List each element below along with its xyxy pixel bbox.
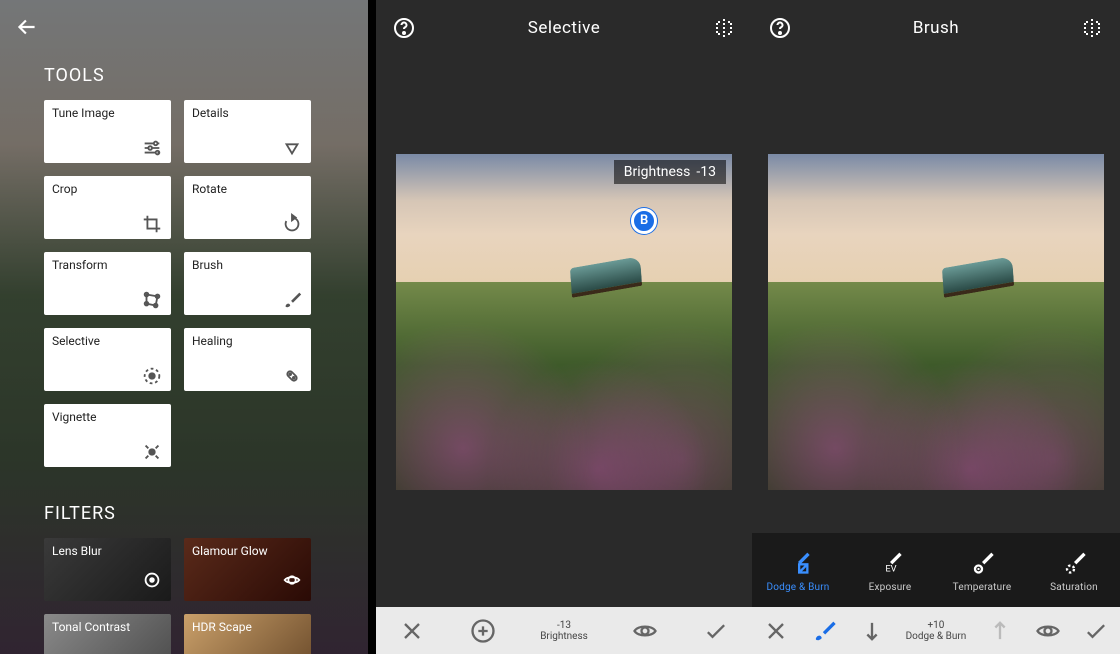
filter-lens-blur[interactable]: Lens Blur [44,538,171,601]
filter-label: HDR Scape [192,620,303,634]
healing-icon [281,365,303,387]
tool-vignette[interactable]: Vignette [44,404,171,467]
tool-label: Tune Image [52,106,163,120]
brush-option-exposure[interactable]: EV Exposure [844,533,936,607]
brush-option-dodge-burn[interactable]: Dodge & Burn [752,533,844,607]
tool-selective[interactable]: Selective [44,328,171,391]
photo-field [768,282,1104,490]
action-bar: -13 Brightness [376,607,752,654]
tool-label: Crop [52,182,163,196]
rotate-icon [281,213,303,235]
dodge-burn-icon [784,548,812,576]
tune-icon [141,137,163,159]
tools-panel: TOOLS Tune Image Details Crop [0,0,368,654]
value-label: Dodge & Burn [906,631,967,642]
glamour-glow-icon [281,569,303,595]
tool-brush[interactable]: Brush [184,252,311,315]
temperature-icon [968,548,996,576]
tool-label: Selective [52,334,163,348]
tool-label: Healing [192,334,303,348]
brush-icon [281,289,303,311]
tools-section-header: TOOLS [44,65,354,86]
filter-label: Glamour Glow [192,544,303,558]
tool-tune-image[interactable]: Tune Image [44,100,171,163]
lens-blur-icon [141,569,163,595]
photo-sky [768,154,1104,288]
filters-section-header: FILTERS [44,503,354,524]
editor-header: Brush [752,0,1120,56]
current-value-readout: -13 Brightness [540,620,588,642]
photo-field [396,282,732,490]
crop-icon [141,213,163,235]
brush-option-label: Exposure [869,582,912,593]
value-label: Brightness [540,631,588,642]
mask-toggle-button[interactable] [1034,617,1062,645]
exposure-icon: EV [876,548,904,576]
editor-header: Selective [376,0,752,56]
selective-control-point[interactable]: B [631,208,657,234]
tool-label: Transform [52,258,163,272]
filter-tonal-contrast[interactable]: Tonal Contrast [44,614,171,654]
selective-param-label: Brightness [624,164,691,180]
editor-title: Selective [528,18,601,38]
control-point-letter: B [640,213,648,228]
compare-icon[interactable] [712,16,736,40]
current-value-readout: +10 Dodge & Burn [906,620,967,642]
increase-value-button[interactable] [986,617,1014,645]
filter-glamour-glow[interactable]: Glamour Glow [184,538,311,601]
tool-rotate[interactable]: Rotate [184,176,311,239]
filter-label: Lens Blur [52,544,163,558]
value-number: +10 [906,620,967,631]
mask-toggle-button[interactable] [631,617,659,645]
filters-grid: Lens Blur Glamour Glow Tonal Contrast HD… [44,538,354,654]
saturation-icon [1060,548,1088,576]
details-icon [281,137,303,159]
tool-crop[interactable]: Crop [44,176,171,239]
brush-option-label: Dodge & Burn [766,582,829,593]
tool-transform[interactable]: Transform [44,252,171,315]
tool-label: Rotate [192,182,303,196]
image-canvas[interactable] [768,154,1104,490]
filter-hdr-scape[interactable]: HDR Scape [184,614,311,654]
filter-label: Tonal Contrast [52,620,163,634]
back-arrow-icon[interactable] [14,14,40,45]
brush-option-saturation[interactable]: Saturation [1028,533,1120,607]
tool-details[interactable]: Details [184,100,311,163]
apply-button[interactable] [702,617,730,645]
value-number: -13 [540,620,588,631]
tools-grid: Tune Image Details Crop Rotate [44,100,354,467]
help-icon[interactable] [768,16,792,40]
editor-title: Brush [913,18,959,38]
brush-option-label: Temperature [953,582,1012,593]
brush-active-icon[interactable] [810,617,838,645]
brush-options-bar: Dodge & Burn EV Exposure Temperature Sat… [752,533,1120,607]
tool-healing[interactable]: Healing [184,328,311,391]
decrease-value-button[interactable] [858,617,886,645]
image-canvas[interactable]: Brightness -13 B [396,154,732,490]
apply-button[interactable] [1082,617,1110,645]
selective-value-overlay: Brightness -13 [614,160,726,184]
transform-icon [141,289,163,311]
action-bar: +10 Dodge & Burn [752,607,1120,654]
tool-label: Details [192,106,303,120]
selective-param-value: -13 [696,164,716,180]
cancel-button[interactable] [398,617,426,645]
help-icon[interactable] [392,16,416,40]
selective-editor: Selective Brightness -13 B -13 Brightnes… [376,0,752,654]
selective-icon [141,365,163,387]
add-control-point-button[interactable] [469,617,497,645]
compare-icon[interactable] [1080,16,1104,40]
brush-option-label: Saturation [1050,582,1098,593]
vignette-icon [141,441,163,463]
brush-option-temperature[interactable]: Temperature [936,533,1028,607]
svg-text:EV: EV [885,563,896,574]
tool-label: Brush [192,258,303,272]
tool-label: Vignette [52,410,163,424]
brush-editor: Brush Dodge & Burn EV Exposure Temperatu… [752,0,1120,654]
cancel-button[interactable] [762,617,790,645]
